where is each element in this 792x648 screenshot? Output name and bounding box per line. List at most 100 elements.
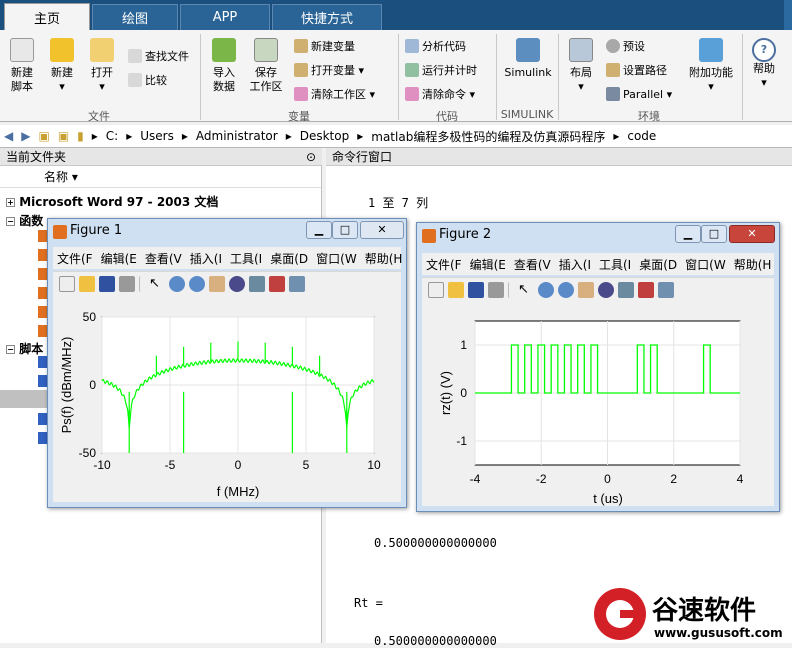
close-button[interactable]: ✕	[729, 225, 775, 243]
folder-group-functions[interactable]: − 函数	[6, 212, 43, 229]
path-segment[interactable]: Users	[140, 129, 174, 143]
menu-file[interactable]: 文件(F	[57, 250, 93, 267]
data-cursor-icon[interactable]	[618, 281, 634, 298]
new-figure-icon[interactable]	[428, 281, 444, 298]
open-file-icon[interactable]	[448, 281, 464, 298]
pan-icon[interactable]	[209, 275, 225, 292]
save-workspace-button[interactable]: 保存 工作区	[246, 38, 286, 94]
new-button[interactable]: 新建 ▾	[46, 38, 78, 94]
close-button[interactable]: ✕	[360, 221, 404, 239]
new-icon	[50, 38, 74, 62]
collapse-icon[interactable]: −	[6, 217, 15, 226]
figure-1-window[interactable]: Figure 1 ▁ □ ✕ 文件(F 编辑(E 查看(V 插入(I 工具(I …	[47, 218, 407, 508]
panel-menu-icon[interactable]: ⊙	[306, 148, 316, 166]
path-separator: ▸	[181, 129, 188, 143]
zoom-out-icon[interactable]	[189, 275, 205, 292]
tab-plots[interactable]: 绘图	[92, 4, 178, 30]
menu-help[interactable]: 帮助(H	[734, 256, 772, 273]
open-button[interactable]: 打开 ▾	[86, 38, 118, 94]
path-segment[interactable]: Administrator	[196, 129, 278, 143]
forward-icon[interactable]: ▶	[21, 129, 30, 143]
menu-tools[interactable]: 工具(I	[599, 256, 631, 273]
new-variable-button[interactable]: 新建变量	[294, 36, 355, 56]
figure-2-window[interactable]: Figure 2 ▁ □ ✕ 文件(F 编辑(E 查看(V 插入(I 工具(I …	[416, 222, 780, 512]
zoom-in-icon[interactable]	[538, 281, 554, 298]
menu-view[interactable]: 查看(V	[514, 256, 551, 273]
save-figure-icon[interactable]	[99, 275, 115, 292]
menu-insert[interactable]: 插入(I	[559, 256, 591, 273]
addons-button[interactable]: 附加功能 ▾	[686, 38, 736, 94]
folder-group-word[interactable]: + Microsoft Word 97 - 2003 文档	[6, 193, 218, 210]
menu-window[interactable]: 窗口(W	[685, 256, 726, 273]
print-icon[interactable]	[119, 275, 135, 292]
maximize-button[interactable]: □	[332, 221, 358, 239]
open-variable-button[interactable]: 打开变量 ▾	[294, 60, 364, 80]
tab-apps[interactable]: APP	[180, 4, 270, 30]
menu-edit[interactable]: 编辑(E	[101, 250, 137, 267]
menu-help[interactable]: 帮助(H	[365, 250, 403, 267]
preferences-button[interactable]: 预设	[606, 36, 645, 56]
run-and-time-button[interactable]: 运行并计时	[405, 60, 477, 80]
selected-row[interactable]	[0, 390, 48, 408]
column-header[interactable]: 名称 ▾	[0, 166, 321, 188]
help-icon: ?	[752, 38, 776, 62]
path-segment[interactable]: matlab编程多极性码的编程及仿真源码程序	[371, 128, 605, 145]
link-icon[interactable]	[658, 281, 674, 298]
menu-insert[interactable]: 插入(I	[190, 250, 222, 267]
new-script-button[interactable]: 新建 脚本	[6, 38, 38, 94]
open-file-icon[interactable]	[79, 275, 95, 292]
path-segment[interactable]: C:	[106, 129, 118, 143]
menu-tools[interactable]: 工具(I	[230, 250, 262, 267]
back-icon[interactable]: ◀	[4, 129, 13, 143]
menu-desktop[interactable]: 桌面(D	[639, 256, 677, 273]
menu-desktop[interactable]: 桌面(D	[270, 250, 308, 267]
tab-home[interactable]: 主页	[4, 3, 90, 31]
find-files-button[interactable]: 查找文件	[128, 46, 189, 66]
parallel-button[interactable]: Parallel ▾	[606, 84, 672, 104]
collapse-icon[interactable]: −	[6, 345, 15, 354]
brush-icon[interactable]	[638, 281, 654, 298]
path-segment[interactable]: Desktop	[300, 129, 350, 143]
simulink-button[interactable]: Simulink	[500, 38, 556, 80]
rotate-icon[interactable]	[229, 275, 245, 292]
menu-view[interactable]: 查看(V	[145, 250, 182, 267]
print-icon[interactable]	[488, 281, 504, 298]
menu-file[interactable]: 文件(F	[426, 256, 462, 273]
link-icon[interactable]	[289, 275, 305, 292]
brush-icon[interactable]	[269, 275, 285, 292]
compare-button[interactable]: 比较	[128, 70, 167, 90]
x-tick-label: -2	[536, 472, 547, 486]
expand-icon[interactable]: +	[6, 198, 15, 207]
folder-group-scripts[interactable]: − 脚本	[6, 340, 43, 357]
help-button[interactable]: ? 帮助 ▾	[748, 38, 780, 90]
rotate-icon[interactable]	[598, 281, 614, 298]
menu-edit[interactable]: 编辑(E	[470, 256, 506, 273]
address-bar[interactable]: ◀ ▶ ▣ ▣ ▮ ▸ C: ▸ Users ▸ Administrator ▸…	[0, 125, 792, 148]
minimize-button[interactable]: ▁	[306, 221, 332, 239]
addons-icon	[699, 38, 723, 62]
new-figure-icon[interactable]	[59, 275, 75, 292]
import-data-button[interactable]: 导入 数据	[206, 38, 242, 94]
pointer-icon[interactable]: ↖	[518, 282, 534, 298]
maximize-button[interactable]: □	[701, 225, 727, 243]
data-cursor-icon[interactable]	[249, 275, 265, 292]
zoom-in-icon[interactable]	[169, 275, 185, 292]
up-folder-icon[interactable]: ▣	[38, 129, 49, 143]
browse-icon[interactable]: ▣	[58, 129, 69, 143]
clear-commands-button[interactable]: 清除命令 ▾	[405, 84, 475, 104]
clear-workspace-button[interactable]: 清除工作区 ▾	[294, 84, 375, 104]
x-tick-label: -4	[470, 472, 481, 486]
zoom-out-icon[interactable]	[558, 281, 574, 298]
layout-button[interactable]: 布局 ▾	[564, 38, 598, 94]
save-figure-icon[interactable]	[468, 281, 484, 298]
tab-shortcuts[interactable]: 快捷方式	[272, 4, 382, 30]
minimize-button[interactable]: ▁	[675, 225, 701, 243]
analyze-code-button[interactable]: 分析代码	[405, 36, 466, 56]
group-code-label: 代码	[436, 110, 458, 123]
menu-window[interactable]: 窗口(W	[316, 250, 357, 267]
pan-icon[interactable]	[578, 281, 594, 298]
set-path-button[interactable]: 设置路径	[606, 60, 667, 80]
path-segment[interactable]: code	[627, 129, 656, 143]
pointer-icon[interactable]: ↖	[149, 276, 165, 292]
addons-label: 附加功能	[689, 66, 733, 79]
